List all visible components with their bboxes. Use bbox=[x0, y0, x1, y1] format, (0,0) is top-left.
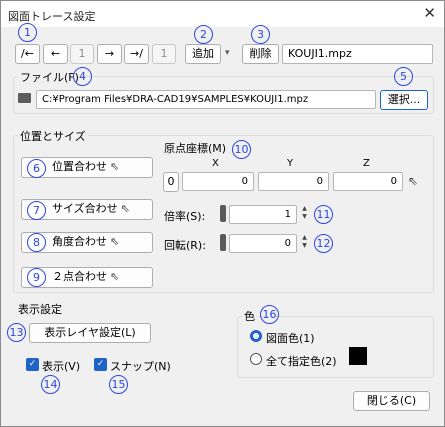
scale-slider-handle[interactable] bbox=[220, 205, 226, 222]
cursor-icon: ⇖ bbox=[110, 235, 120, 248]
specified-color-radio[interactable] bbox=[250, 353, 262, 365]
scale-input[interactable]: 1 bbox=[229, 205, 297, 224]
cursor-icon: ⇖ bbox=[110, 270, 120, 283]
marker-7: 7 bbox=[27, 201, 46, 220]
snap-label: スナップ(N) bbox=[110, 360, 171, 373]
size-align-label: サイズ合わせ bbox=[52, 202, 118, 215]
marker-5: 5 bbox=[394, 67, 413, 86]
marker-14: 14 bbox=[41, 375, 60, 394]
display-settings-label: 表示設定 bbox=[18, 303, 62, 316]
delete-button[interactable]: 削除 bbox=[242, 44, 279, 64]
color-swatch[interactable] bbox=[349, 347, 367, 365]
specified-color-label: 全て指定色(2) bbox=[266, 355, 337, 368]
rotate-label: 回転(R): bbox=[164, 239, 206, 252]
rotate-slider-handle[interactable] bbox=[220, 234, 226, 251]
last-page-button[interactable]: →/ bbox=[124, 44, 149, 64]
show-label: 表示(V) bbox=[42, 360, 81, 373]
marker-16: 16 bbox=[260, 305, 279, 324]
marker-10: 10 bbox=[232, 140, 251, 159]
rotate-spinner[interactable]: ▲ ▼ bbox=[298, 234, 311, 253]
page-count-field: 1 bbox=[152, 44, 176, 64]
x-axis-label: X bbox=[212, 158, 219, 169]
close-icon[interactable]: ✕ bbox=[423, 5, 436, 21]
select-file-button[interactable]: 選択... bbox=[380, 90, 428, 110]
marker-6: 6 bbox=[27, 159, 46, 178]
cursor-icon: ⇖ bbox=[110, 160, 120, 173]
prev-page-button[interactable]: ← bbox=[43, 44, 68, 64]
show-checkbox[interactable]: ✓ bbox=[26, 358, 39, 371]
marker-2: 2 bbox=[194, 25, 213, 44]
title-bar: 図面トレース設定 ✕ bbox=[1, 1, 444, 27]
snap-checkbox[interactable]: ✓ bbox=[94, 358, 107, 371]
file-path-field[interactable]: C:¥Program Files¥DRA-CAD19¥SAMPLES¥KOUJI… bbox=[36, 90, 376, 109]
origin-zero-button[interactable]: 0 bbox=[163, 172, 179, 192]
origin-pick-cursor-icon[interactable]: ⇖ bbox=[408, 174, 418, 188]
trace-name-field[interactable]: KOUJI1.mpz bbox=[282, 44, 433, 64]
marker-15: 15 bbox=[109, 375, 128, 394]
marker-8: 8 bbox=[27, 233, 46, 252]
cursor-icon: ⇖ bbox=[120, 202, 130, 215]
folder-icon bbox=[18, 93, 31, 103]
drawing-color-label: 図面色(1) bbox=[266, 332, 315, 345]
file-label: ファイル(F) bbox=[18, 69, 81, 85]
marker-4: 4 bbox=[73, 67, 92, 86]
marker-13: 13 bbox=[7, 323, 26, 342]
marker-1: 1 bbox=[18, 23, 37, 42]
angle-align-label: 角度合わせ bbox=[52, 235, 107, 248]
scale-label: 倍率(S): bbox=[164, 210, 206, 223]
add-dropdown-arrow-icon[interactable]: ▾ bbox=[225, 48, 230, 58]
marker-12: 12 bbox=[314, 234, 333, 253]
origin-y-input[interactable]: 0 bbox=[258, 172, 329, 191]
color-label: 色 bbox=[242, 308, 257, 324]
marker-11: 11 bbox=[314, 205, 333, 224]
y-axis-label: Y bbox=[287, 158, 294, 169]
marker-9: 9 bbox=[27, 268, 46, 287]
origin-z-input[interactable]: 0 bbox=[333, 172, 403, 191]
scale-spinner[interactable]: ▲ ▼ bbox=[298, 205, 311, 224]
drawing-color-radio[interactable] bbox=[250, 330, 262, 342]
next-page-button[interactable]: → bbox=[97, 44, 122, 64]
origin-x-input[interactable]: 0 bbox=[182, 172, 254, 191]
window-title: 図面トレース設定 bbox=[8, 10, 96, 23]
close-button[interactable]: 閉じる(C) bbox=[353, 391, 430, 411]
origin-label: 原点座標(M) bbox=[164, 142, 227, 155]
position-align-label: 位置合わせ bbox=[52, 160, 107, 173]
add-button[interactable]: 追加 bbox=[185, 44, 221, 64]
dialog-window: 図面トレース設定 ✕ /← ← 1 → →/ 1 追加 ▾ 削除 KOUJI1.… bbox=[0, 0, 445, 427]
rotate-input[interactable]: 0 bbox=[229, 234, 297, 253]
marker-3: 3 bbox=[251, 25, 270, 44]
first-page-button[interactable]: /← bbox=[15, 44, 40, 64]
position-size-label: 位置とサイズ bbox=[18, 128, 88, 144]
two-point-align-label: ２点合わせ bbox=[52, 270, 107, 283]
page-number-field[interactable]: 1 bbox=[70, 44, 94, 64]
layer-settings-button[interactable]: 表示レイヤ設定(L) bbox=[29, 323, 151, 343]
z-axis-label: Z bbox=[363, 158, 370, 169]
